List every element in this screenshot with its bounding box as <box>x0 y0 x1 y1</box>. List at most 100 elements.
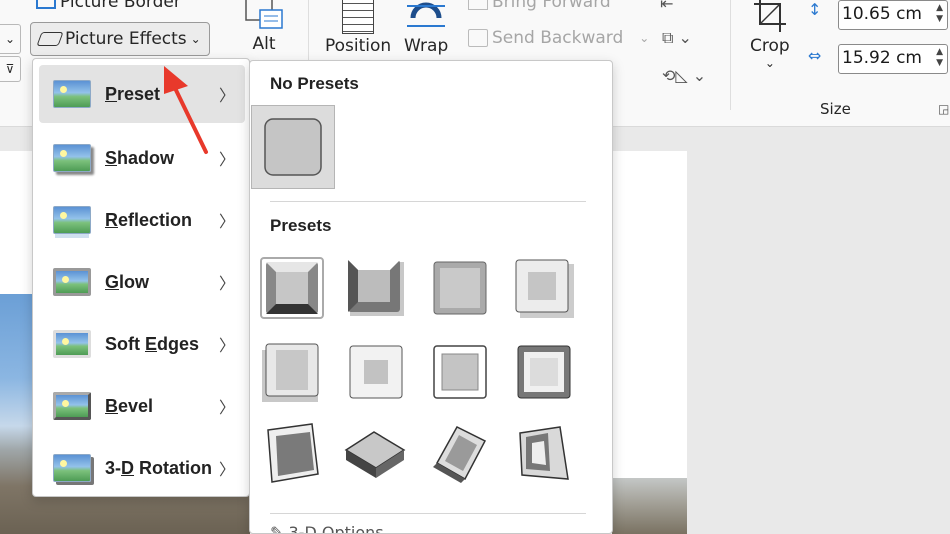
menu-item-glow[interactable]: Glow 〉 <box>39 253 245 311</box>
preset-bevel-icon <box>515 259 574 318</box>
preset-bevel-icon <box>349 345 403 399</box>
chevron-down-icon: ⌄ <box>190 32 201 46</box>
height-icon: ↕ <box>808 0 822 19</box>
send-backward-button[interactable]: Send Backward ⌄ <box>468 28 649 48</box>
3d-options-icon: ✎ <box>270 523 284 534</box>
position-button[interactable]: Position <box>325 0 391 56</box>
height-field[interactable]: 10.65 cm ▲ ▼ <box>838 0 948 30</box>
menu-item-soft-edges[interactable]: Soft Edges 〉 <box>39 315 245 373</box>
alt-text-button[interactable]: Alt <box>244 0 284 54</box>
chevron-right-icon: 〉 <box>218 86 235 105</box>
picture-border-button[interactable]: Picture Border <box>36 0 181 12</box>
crop-icon <box>752 0 788 34</box>
chevron-right-icon: 〉 <box>218 336 235 355</box>
preset-bevel-icon <box>348 260 404 316</box>
bring-forward-label: Bring Forward <box>492 0 611 12</box>
preset-bevel-icon <box>433 345 487 399</box>
preset-tile[interactable] <box>426 423 490 485</box>
preset-3d-icon <box>267 423 319 483</box>
position-label: Position <box>325 36 392 56</box>
gallery-separator <box>270 513 586 514</box>
preset-tile[interactable] <box>428 341 492 403</box>
left-dropdown-stub[interactable]: ⌄ <box>0 24 21 54</box>
no-preset-icon <box>264 118 322 176</box>
menu-item-bevel[interactable]: Bevel 〉 <box>39 377 245 435</box>
alt-text-label: Alt <box>252 34 276 54</box>
preset-tile[interactable] <box>260 423 324 485</box>
height-spinner[interactable]: ▲ ▼ <box>936 3 943 25</box>
bring-forward-icon <box>468 0 488 10</box>
wrap-text-label: Wrap <box>404 36 449 56</box>
chevron-right-icon: 〉 <box>218 460 235 479</box>
width-field[interactable]: 15.92 cm ▲ ▼ <box>838 44 948 74</box>
presets-heading: Presets <box>270 216 332 235</box>
preset-tile[interactable] <box>260 341 324 403</box>
preset-tile[interactable] <box>428 257 492 319</box>
align-icon[interactable]: ⇤ <box>660 0 673 13</box>
annotation-arrow <box>164 66 208 154</box>
width-value: 15.92 cm <box>842 48 922 68</box>
preset-bevel-icon <box>517 345 571 399</box>
glow-icon <box>53 268 91 296</box>
3d-rotation-icon <box>53 454 91 482</box>
picture-effects-button[interactable]: Picture Effects ⌄ <box>30 22 210 56</box>
picture-border-icon <box>36 0 56 9</box>
menu-item-3d-rotation[interactable]: 3-D Rotation 〉 <box>39 439 245 497</box>
3d-options-label: 3-D Options... <box>288 523 399 534</box>
height-value: 10.65 cm <box>842 4 922 24</box>
chevron-right-icon: 〉 <box>218 398 235 417</box>
preset-bevel-icon <box>433 261 487 315</box>
preset-3d-icon <box>433 426 487 483</box>
document-image-edge <box>612 478 687 534</box>
alt-text-icon <box>244 0 284 32</box>
preset-tile[interactable] <box>260 257 324 319</box>
preset-tile[interactable] <box>512 257 576 319</box>
shadow-icon <box>53 144 91 172</box>
preset-none-tile[interactable] <box>251 105 335 189</box>
send-backward-icon <box>468 29 488 47</box>
preset-3d-icon <box>519 426 569 480</box>
send-backward-label: Send Backward <box>492 28 624 48</box>
wrap-text-icon <box>405 0 447 34</box>
preset-bevel-icon <box>266 262 318 314</box>
ribbon-separator <box>730 0 731 110</box>
group-icon[interactable]: ⧉ ⌄ <box>662 28 692 48</box>
preset-icon <box>53 80 91 108</box>
menu-item-label: Bevel <box>105 395 154 416</box>
picture-border-label: Picture Border <box>60 0 181 12</box>
chevron-down-icon: ⌄ <box>764 56 775 70</box>
wrap-text-button[interactable]: Wrap <box>404 0 448 56</box>
bevel-icon <box>53 392 91 420</box>
preset-3d-icon <box>344 431 406 478</box>
preset-tile[interactable] <box>342 423 406 485</box>
preset-tile[interactable] <box>512 423 576 485</box>
position-icon <box>342 0 375 34</box>
crop-button[interactable]: Crop ⌄ <box>750 0 790 70</box>
gallery-separator <box>270 201 586 202</box>
size-dialog-launcher-icon[interactable]: ◲ <box>938 102 949 116</box>
menu-item-label: Reflection <box>105 209 193 230</box>
preset-tile[interactable] <box>344 257 408 319</box>
menu-item-label: Soft Edges <box>105 333 200 354</box>
chevron-right-icon: 〉 <box>218 212 235 231</box>
crop-label: Crop <box>750 36 790 56</box>
menu-item-label: Glow <box>105 271 150 292</box>
rotate-icon[interactable]: ⟲◺ ⌄ <box>662 66 706 85</box>
preset-tile[interactable] <box>512 341 576 403</box>
chevron-down-icon: ⌄ <box>639 31 650 45</box>
menu-item-reflection[interactable]: Reflection 〉 <box>39 191 245 249</box>
filter-icon[interactable]: ⊽ <box>0 56 21 82</box>
width-spinner[interactable]: ▲ ▼ <box>936 47 943 69</box>
eraser-icon <box>36 32 64 46</box>
chevron-right-icon: 〉 <box>218 274 235 293</box>
no-presets-heading: No Presets <box>270 74 359 93</box>
bring-forward-button[interactable]: Bring Forward <box>468 0 611 12</box>
3d-options-link[interactable]: ✎ 3-D Options... <box>270 523 399 534</box>
preset-gallery: No Presets Presets ✎ 3-D Options... <box>249 60 613 534</box>
menu-item-label: 3-D Rotation <box>105 457 213 478</box>
reflection-icon <box>53 206 91 234</box>
picture-effects-label: Picture Effects <box>65 29 187 49</box>
preset-tile[interactable] <box>344 341 408 403</box>
width-icon: ⇔ <box>808 46 822 65</box>
size-group-label: Size <box>820 100 851 118</box>
